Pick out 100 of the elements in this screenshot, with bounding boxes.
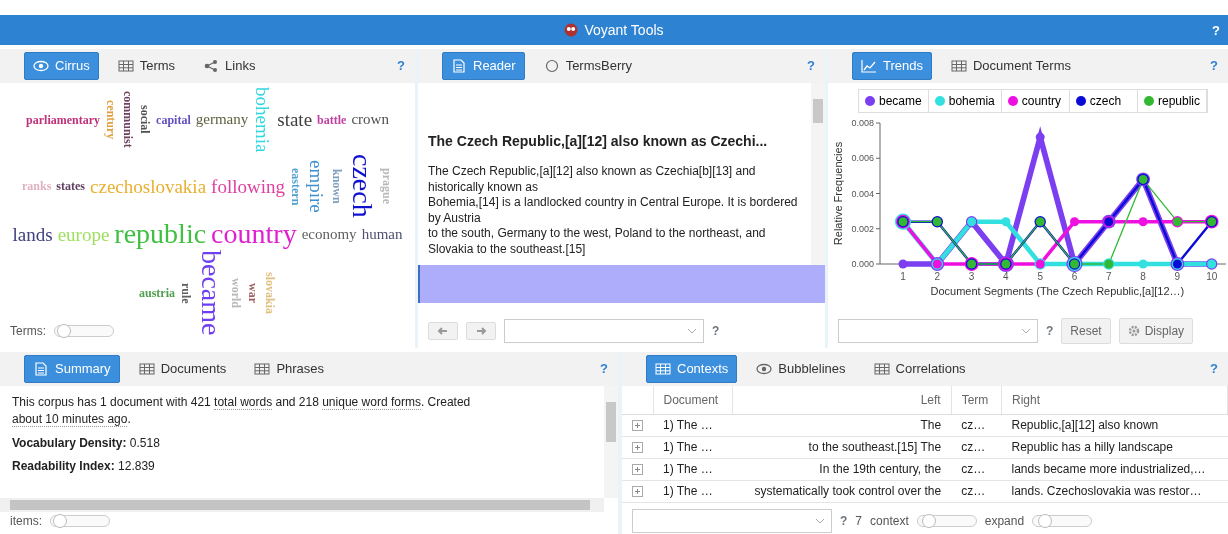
cloud-word[interactable]: states bbox=[56, 180, 86, 193]
nav-button[interactable] bbox=[466, 322, 496, 340]
column-header[interactable]: Left bbox=[732, 386, 952, 414]
help-button[interactable]: ? bbox=[1210, 56, 1218, 76]
dropdown-field[interactable] bbox=[504, 319, 704, 343]
tab[interactable]: Terms bbox=[108, 52, 185, 80]
cloud-word[interactable]: became bbox=[197, 250, 225, 336]
cloud-word[interactable]: country bbox=[211, 220, 297, 249]
dropdown-field[interactable] bbox=[632, 509, 832, 533]
column-header[interactable]: Document bbox=[653, 386, 733, 414]
data-point[interactable] bbox=[898, 259, 908, 269]
expand-icon[interactable] bbox=[632, 442, 643, 454]
scrollbar[interactable] bbox=[0, 498, 604, 512]
data-point[interactable] bbox=[894, 213, 912, 230]
tick-label: 0.008 bbox=[851, 118, 874, 128]
tab[interactable]: Phrases bbox=[245, 355, 334, 383]
expand-icon[interactable] bbox=[632, 420, 643, 432]
help-button[interactable]: ? bbox=[807, 56, 815, 76]
help-button[interactable]: ? bbox=[712, 322, 720, 340]
scrollbar[interactable] bbox=[811, 83, 825, 265]
document-icon bbox=[451, 59, 467, 73]
cloud-word[interactable]: economy bbox=[301, 226, 357, 242]
tab[interactable]: Cirrus bbox=[24, 52, 99, 80]
help-button[interactable]: ? bbox=[840, 512, 848, 530]
data-point[interactable] bbox=[1206, 258, 1218, 270]
cloud-word[interactable]: capital bbox=[156, 113, 191, 126]
tick-label: 2 bbox=[934, 271, 941, 282]
chevron-icon bbox=[1021, 328, 1031, 334]
help-button[interactable]: ? bbox=[1210, 359, 1218, 379]
slider[interactable] bbox=[50, 515, 110, 527]
link[interactable]: total words bbox=[214, 395, 273, 410]
tab[interactable]: Trends bbox=[852, 52, 932, 80]
column-header[interactable]: Right bbox=[1001, 386, 1228, 414]
help-button[interactable]: ? bbox=[1046, 322, 1054, 340]
data-point[interactable] bbox=[965, 216, 978, 228]
cloud-word[interactable]: war bbox=[247, 282, 259, 303]
slider[interactable] bbox=[1032, 515, 1093, 527]
table-icon bbox=[873, 362, 890, 376]
expand-icon[interactable] bbox=[632, 464, 643, 476]
cloud-word[interactable]: state bbox=[277, 110, 313, 130]
scrollbar[interactable] bbox=[604, 386, 618, 498]
expand-icon[interactable] bbox=[632, 486, 643, 498]
nav-button[interactable] bbox=[428, 322, 458, 340]
cloud-word[interactable]: social bbox=[139, 105, 152, 135]
tab[interactable]: Contexts bbox=[646, 355, 738, 383]
data-point[interactable] bbox=[1171, 216, 1184, 228]
link[interactable]: unique word forms bbox=[322, 395, 421, 410]
tab[interactable]: Reader bbox=[442, 52, 525, 80]
data-point[interactable] bbox=[997, 255, 1014, 273]
dropdown-field[interactable] bbox=[838, 319, 1038, 343]
cloud-word[interactable]: lands bbox=[12, 224, 53, 244]
tab[interactable]: Links bbox=[194, 52, 265, 80]
cloud-word[interactable]: following bbox=[211, 176, 285, 196]
display-button[interactable]: Display bbox=[1118, 318, 1194, 344]
tab[interactable]: Correlations bbox=[864, 355, 975, 383]
data-point[interactable] bbox=[1136, 172, 1150, 187]
slider-thumb[interactable] bbox=[53, 514, 68, 528]
cloud-word[interactable]: crown bbox=[351, 112, 389, 128]
legend-label: became bbox=[879, 93, 922, 110]
tick-label: 7 bbox=[1106, 271, 1112, 282]
data-point[interactable] bbox=[1204, 214, 1219, 229]
cloud-word[interactable]: czech bbox=[348, 154, 376, 219]
slider[interactable] bbox=[54, 325, 114, 337]
tab[interactable]: Document Terms bbox=[942, 52, 1080, 80]
cloud-word[interactable]: known bbox=[331, 168, 343, 204]
data-point[interactable] bbox=[1066, 255, 1083, 273]
slider[interactable] bbox=[916, 515, 977, 527]
data-point[interactable] bbox=[1170, 257, 1185, 271]
column-header[interactable]: Term bbox=[951, 386, 1002, 414]
cloud-word[interactable]: empire bbox=[307, 159, 326, 213]
help-button[interactable]: ? bbox=[1212, 21, 1220, 41]
cloud-word[interactable]: eastern bbox=[290, 167, 302, 205]
slider-thumb[interactable] bbox=[1037, 514, 1052, 528]
share-icon bbox=[203, 59, 220, 73]
help-button[interactable]: ? bbox=[600, 359, 608, 379]
data-point[interactable] bbox=[1035, 132, 1045, 142]
slider-thumb[interactable] bbox=[57, 324, 72, 338]
reset-button[interactable]: Reset bbox=[1061, 318, 1111, 344]
help-button[interactable]: ? bbox=[397, 56, 405, 76]
table-cell: 1) The … bbox=[653, 480, 733, 502]
cloud-word[interactable]: communist bbox=[122, 91, 135, 149]
tab[interactable]: Summary bbox=[24, 355, 120, 383]
back-arrow-icon bbox=[437, 326, 449, 336]
tab[interactable]: TermsBerry bbox=[534, 52, 642, 80]
cloud-word[interactable]: battle bbox=[317, 113, 347, 126]
data-point[interactable] bbox=[964, 257, 979, 271]
data-point[interactable] bbox=[930, 257, 945, 271]
slider-thumb[interactable] bbox=[922, 514, 937, 528]
data-point[interactable] bbox=[931, 216, 943, 228]
tab[interactable]: Bubblelines bbox=[747, 355, 855, 383]
tab[interactable]: Documents bbox=[129, 355, 236, 383]
cloud-word[interactable]: germany bbox=[195, 112, 249, 128]
cloud-word[interactable]: austria bbox=[139, 286, 175, 299]
data-point[interactable] bbox=[1034, 216, 1046, 228]
cloud-word[interactable]: parliamentary bbox=[26, 113, 101, 126]
legend-label: republic bbox=[1158, 93, 1200, 110]
cloud-word[interactable]: rule bbox=[180, 282, 192, 304]
table-cell: 1) The … bbox=[653, 414, 733, 436]
data-point[interactable] bbox=[1101, 214, 1116, 229]
cloud-word[interactable]: human bbox=[361, 226, 403, 242]
